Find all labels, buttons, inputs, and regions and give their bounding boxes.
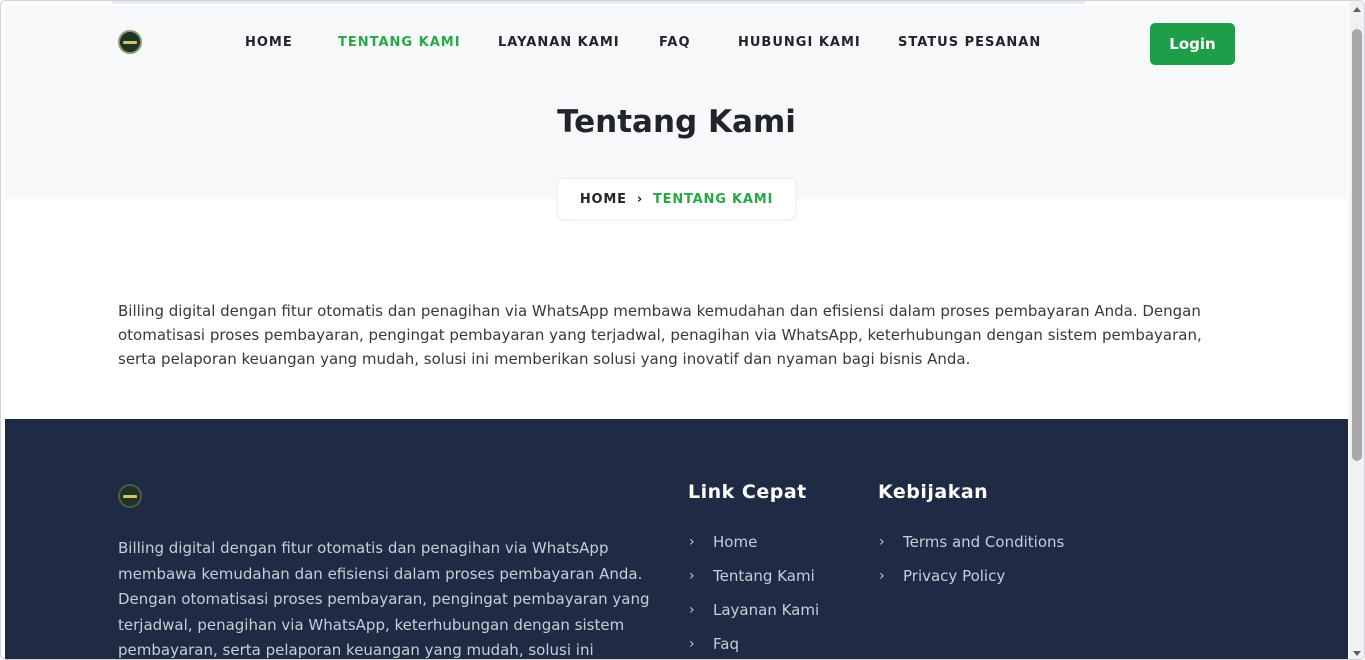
footer-heading-policy: Kebijakan xyxy=(878,481,989,503)
about-text: Billing digital dengan fitur otomatis da… xyxy=(118,302,1202,368)
browser-viewport: HOME TENTANG KAMI LAYANAN KAMI FAQ HUBUN… xyxy=(0,0,1365,660)
scroll-up-arrow-icon[interactable] xyxy=(1353,7,1361,12)
page-title: Tentang Kami xyxy=(557,104,796,140)
chevron-right-icon: › xyxy=(879,534,885,550)
logo-mark-icon xyxy=(123,40,137,44)
footer-link-label: Privacy Policy xyxy=(903,567,1006,585)
site-logo[interactable] xyxy=(118,30,142,54)
footer-heading-quick-links: Link Cepat xyxy=(688,481,807,503)
footer-link-label: Layanan Kami xyxy=(713,601,820,619)
footer-about-text: Billing digital dengan fitur otomatis da… xyxy=(118,539,650,659)
chevron-right-icon: › xyxy=(636,191,643,207)
nav-item-home[interactable]: HOME xyxy=(245,35,293,50)
nav-item-faq[interactable]: FAQ xyxy=(659,35,691,50)
chevron-right-icon: › xyxy=(689,636,695,652)
footer-link-faq[interactable]: › Faq xyxy=(689,635,739,653)
login-button[interactable]: Login xyxy=(1150,23,1235,65)
chevron-right-icon: › xyxy=(879,568,885,584)
nav-item-tentang-kami[interactable]: TENTANG KAMI xyxy=(338,35,461,50)
footer-link-tentang-kami[interactable]: › Tentang Kami xyxy=(689,567,815,585)
logo-mark-icon xyxy=(123,494,137,498)
vertical-scrollbar[interactable] xyxy=(1349,1,1364,659)
footer-link-label: Tentang Kami xyxy=(713,567,815,585)
nav-item-layanan-kami[interactable]: LAYANAN KAMI xyxy=(498,35,620,50)
footer-link-layanan-kami[interactable]: › Layanan Kami xyxy=(689,601,819,619)
breadcrumb: HOME › TENTANG KAMI xyxy=(557,178,796,220)
breadcrumb-current: TENTANG KAMI xyxy=(652,191,774,207)
footer-link-terms[interactable]: › Terms and Conditions xyxy=(879,533,1064,551)
footer-link-home[interactable]: › Home xyxy=(689,533,757,551)
chevron-right-icon: › xyxy=(689,534,695,550)
breadcrumb-home[interactable]: HOME xyxy=(580,192,627,207)
chevron-right-icon: › xyxy=(689,602,695,618)
footer-link-privacy[interactable]: › Privacy Policy xyxy=(879,567,1005,585)
nav-item-hubungi-kami[interactable]: HUBUNGI KAMI xyxy=(738,35,861,50)
scrollbar-thumb[interactable] xyxy=(1352,29,1362,461)
top-edge xyxy=(111,1,1086,4)
scroll-down-arrow-icon[interactable] xyxy=(1353,651,1361,656)
footer-link-label: Home xyxy=(713,533,758,551)
footer-link-label: Faq xyxy=(713,635,739,653)
nav-item-status-pesanan[interactable]: STATUS PESANAN xyxy=(898,35,1041,50)
footer-logo[interactable] xyxy=(118,484,142,508)
chevron-right-icon: › xyxy=(689,568,695,584)
footer-link-label: Terms and Conditions xyxy=(903,533,1065,551)
